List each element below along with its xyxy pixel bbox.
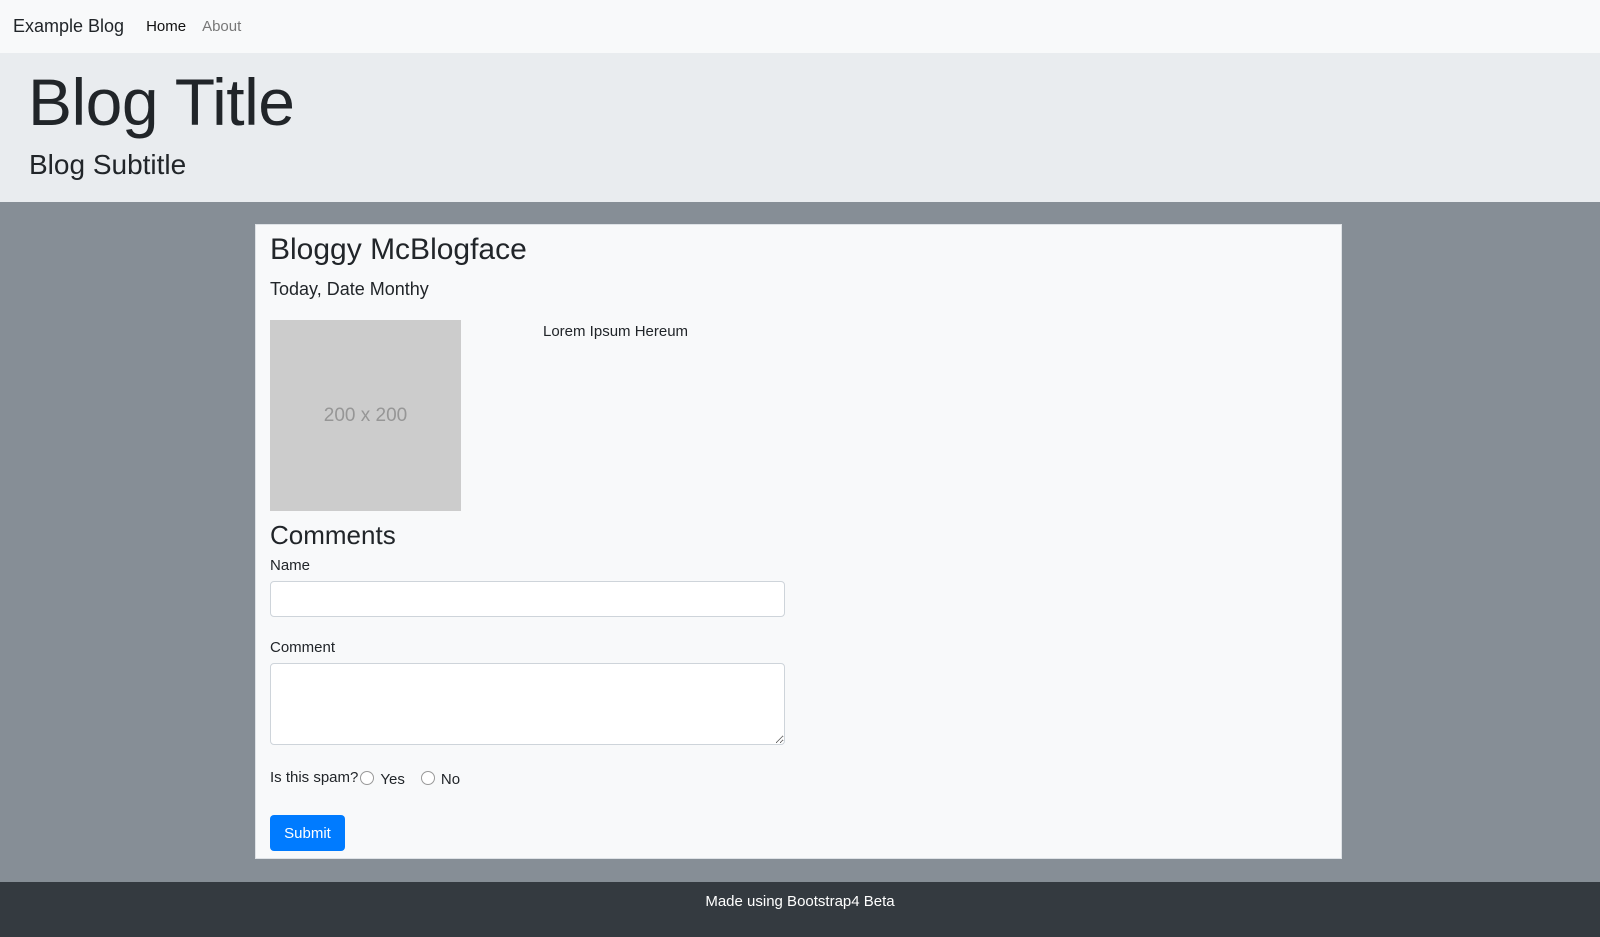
navbar: Example Blog Home About — [0, 0, 1600, 53]
submit-button[interactable]: Submit — [270, 815, 345, 851]
blog-subtitle: Blog Subtitle — [29, 149, 187, 180]
spam-yes-radio[interactable] — [360, 770, 375, 785]
post-body: Lorem Ipsum Hereum — [543, 323, 689, 340]
nav-link-home[interactable]: Home — [146, 18, 186, 35]
footer: Made using Bootstrap4 Beta — [0, 882, 1600, 937]
spam-question-row: Is this spam? Yes No — [270, 769, 474, 788]
nav-link-about[interactable]: About — [202, 18, 241, 35]
header-jumbotron: Blog Title Blog Subtitle — [0, 53, 1600, 202]
post-date: Today, Date Monthy — [270, 279, 429, 299]
footer-text: Made using Bootstrap4 Beta — [705, 893, 895, 910]
post-author: Bloggy McBlogface — [270, 233, 527, 266]
name-label: Name — [270, 557, 311, 574]
spam-yes-label[interactable]: Yes — [380, 771, 404, 788]
post-card: Bloggy McBlogface Today, Date Monthy 200… — [255, 224, 1342, 859]
spam-no-label[interactable]: No — [441, 771, 460, 788]
spam-no-radio[interactable] — [420, 770, 435, 785]
comment-label: Comment — [270, 639, 336, 656]
spam-question-label: Is this spam? — [270, 769, 359, 786]
blog-title: Blog Title — [28, 65, 295, 139]
comment-textarea[interactable] — [270, 663, 785, 745]
post-image-placeholder: 200 x 200 — [270, 320, 461, 511]
comments-heading: Comments — [270, 520, 396, 550]
navbar-brand[interactable]: Example Blog — [13, 16, 124, 37]
name-input[interactable] — [270, 581, 785, 617]
image-placeholder-label: 200 x 200 — [323, 404, 408, 426]
